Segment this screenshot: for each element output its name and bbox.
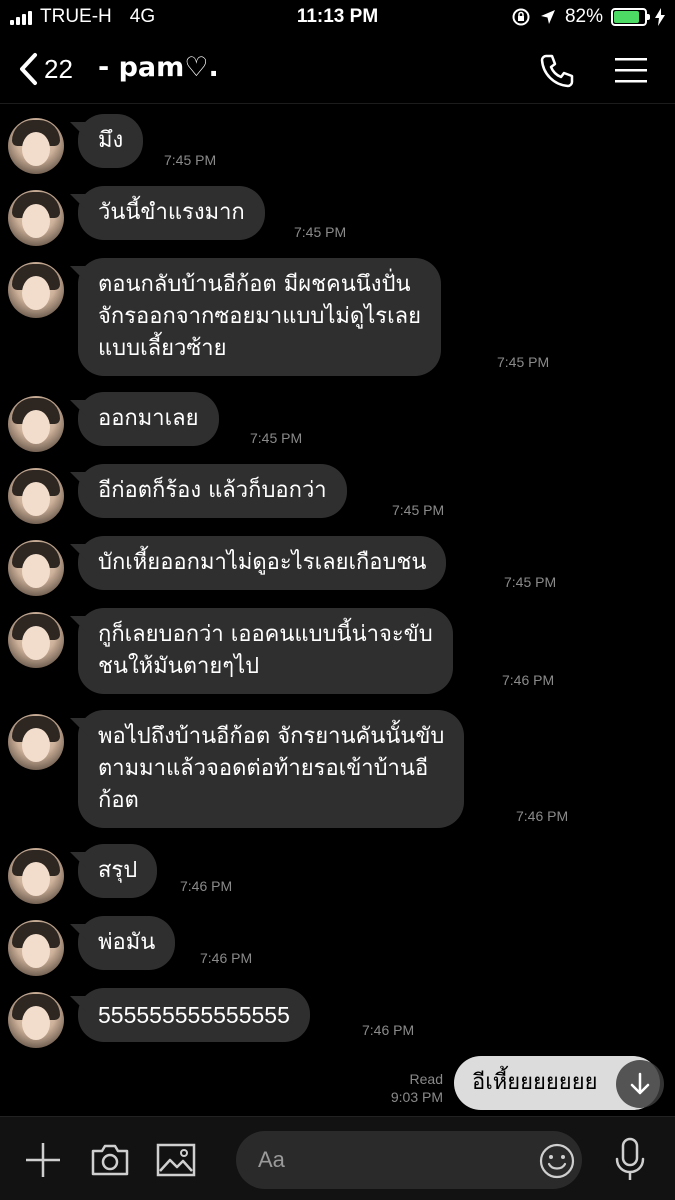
rotation-lock-icon bbox=[512, 8, 530, 26]
message-time: 7:46 PM bbox=[502, 672, 555, 688]
chat-header: 22 - pam♡. bbox=[0, 38, 675, 104]
avatar[interactable] bbox=[8, 190, 64, 246]
microphone-icon[interactable] bbox=[612, 1137, 648, 1183]
message-list[interactable]: มึง 7:45 PM วันนี้ขำแรงมาก 7:45 PM ตอนกล… bbox=[0, 104, 675, 1116]
battery-icon bbox=[611, 8, 650, 26]
camera-icon[interactable] bbox=[90, 1143, 130, 1177]
message-bubble[interactable]: พ่อมัน bbox=[78, 916, 176, 970]
message-bubble[interactable]: 555555555555555 bbox=[78, 988, 310, 1042]
chat-title: - pam♡. bbox=[98, 52, 219, 83]
message-bubble[interactable]: ตอนกลับบ้านอีก้อต มีผชคนนึงปั่น จักรออกจ… bbox=[78, 258, 441, 376]
battery-percent: 82% bbox=[564, 6, 603, 27]
avatar[interactable] bbox=[8, 848, 64, 904]
message-time: 7:45 PM bbox=[294, 224, 347, 240]
message-bubble[interactable]: กูก็เลยบอกว่า เออคนแบบนี้น่าจะขับ ชนให้ม… bbox=[78, 608, 453, 694]
message-bubble[interactable]: พอไปถึงบ้านอีก้อต จักรยานคันนั้นขับ ตามม… bbox=[78, 710, 465, 828]
phone-icon[interactable] bbox=[538, 52, 576, 90]
message-bubble[interactable]: บักเหี้ยออกมาไม่ดูอะไรเลยเกือบชน bbox=[78, 536, 447, 590]
message-time: 7:46 PM bbox=[180, 878, 233, 894]
avatar[interactable] bbox=[8, 396, 64, 452]
status-right: 82% bbox=[511, 6, 665, 28]
avatar[interactable] bbox=[8, 468, 64, 524]
avatar[interactable] bbox=[8, 920, 64, 976]
message-bubble[interactable]: มึง bbox=[78, 114, 144, 168]
message-time: 7:46 PM bbox=[362, 1022, 415, 1038]
message-time: 7:46 PM bbox=[516, 808, 569, 824]
message-input[interactable] bbox=[236, 1131, 582, 1189]
scroll-to-bottom-button[interactable] bbox=[616, 1060, 664, 1108]
avatar[interactable] bbox=[8, 992, 64, 1048]
avatar[interactable] bbox=[8, 714, 64, 770]
status-bar: TRUE-H 4G 11:13 PM 82% bbox=[0, 0, 675, 38]
message-time: 7:45 PM bbox=[392, 502, 445, 518]
emoji-icon[interactable] bbox=[538, 1142, 576, 1180]
hamburger-menu-icon[interactable] bbox=[614, 54, 648, 86]
arrow-down-icon bbox=[630, 1072, 650, 1095]
avatar[interactable] bbox=[8, 612, 64, 668]
image-icon[interactable] bbox=[156, 1143, 196, 1177]
input-bar bbox=[0, 1116, 675, 1200]
charging-bolt-icon bbox=[655, 8, 665, 26]
message-bubble[interactable]: อีก่อตก็ร้อง แล้วก็บอกว่า bbox=[78, 464, 347, 518]
message-time: 7:45 PM bbox=[164, 152, 217, 168]
unread-count: 22 bbox=[44, 53, 73, 84]
avatar[interactable] bbox=[8, 118, 64, 174]
message-bubble[interactable]: ออกมาเลย bbox=[78, 392, 219, 446]
location-icon bbox=[540, 10, 555, 24]
message-bubble[interactable]: วันนี้ขำแรงมาก bbox=[78, 186, 265, 240]
back-button[interactable]: 22 bbox=[18, 52, 73, 86]
message-time: 7:45 PM bbox=[497, 354, 550, 370]
avatar[interactable] bbox=[8, 540, 64, 596]
message-time: 7:45 PM bbox=[250, 430, 303, 446]
read-receipt: Read bbox=[409, 1071, 443, 1087]
message-time: 7:45 PM bbox=[504, 574, 557, 590]
plus-icon[interactable] bbox=[24, 1141, 62, 1179]
battery-fill bbox=[614, 11, 639, 23]
outgoing-meta: Read 9:03 PM bbox=[391, 1070, 443, 1106]
chevron-left-icon bbox=[20, 53, 37, 85]
message-time: 7:46 PM bbox=[200, 950, 253, 966]
outgoing-time: 9:03 PM bbox=[390, 1089, 443, 1105]
avatar[interactable] bbox=[8, 262, 64, 318]
message-bubble[interactable]: สรุป bbox=[78, 844, 158, 898]
